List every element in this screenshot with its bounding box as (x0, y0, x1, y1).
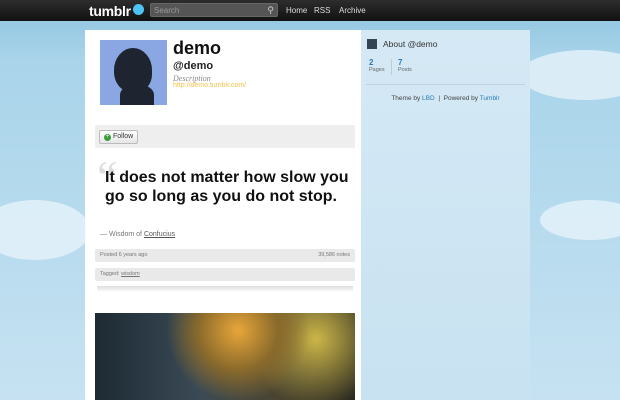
pages-stat[interactable]: 2 Pages (369, 58, 385, 73)
follow-bar: + Follow (95, 125, 355, 148)
search-input[interactable]: Search ⚲ (150, 3, 278, 17)
credit-divider: | (438, 95, 441, 102)
powered-by: Powered by (443, 95, 478, 102)
blog-title[interactable]: demo (173, 38, 221, 59)
main-column: demo @demo Description http://demo.tumbl… (85, 30, 361, 400)
divider (366, 84, 525, 85)
nav-rss[interactable]: RSS (314, 6, 330, 15)
quote-text: It does not matter how slow you go so lo… (105, 169, 349, 205)
theme-author-link[interactable]: LBD (422, 95, 435, 102)
blog-url[interactable]: http://demo.tumblr.com/ (173, 82, 246, 89)
theme-credit: Theme by LBD | Powered by Tumblr (361, 95, 530, 102)
theme-by: Theme by (391, 95, 421, 102)
posts-stat[interactable]: 7 Posts (398, 58, 412, 73)
avatar[interactable] (100, 40, 167, 105)
nav-archive[interactable]: Archive (339, 6, 366, 15)
notes-count[interactable]: 39,586 notes (318, 249, 350, 262)
tagged-label: Tagged: (100, 271, 120, 277)
follow-label: Follow (113, 133, 134, 140)
source-link[interactable]: Confucius (144, 231, 175, 238)
posted-date[interactable]: Posted 6 years ago (100, 252, 147, 258)
post-meta: Posted 6 years ago 39,586 notes (95, 249, 355, 262)
cloud (540, 200, 620, 240)
post-shadow (97, 286, 353, 292)
cloud (520, 50, 620, 100)
about-heading: About @demo (383, 39, 438, 49)
top-bar: tumblr Search ⚲ Home RSS Archive (0, 0, 620, 21)
blog-handle: @demo (173, 60, 214, 72)
posts-count: 7 (398, 58, 403, 67)
plus-icon: + (104, 134, 111, 141)
source-prefix: — Wisdom of (100, 231, 143, 238)
post-tags: Tagged: wisdom (95, 268, 355, 281)
sidebar: About @demo 2 Pages 7 Posts Theme by LBD |… (361, 30, 530, 400)
search-placeholder: Search (154, 6, 180, 15)
tumblr-link[interactable]: Tumblr (480, 95, 500, 102)
tumblr-logo[interactable]: tumblr (89, 3, 131, 19)
pages-count: 2 (369, 58, 374, 67)
quote-source: — Wisdom of Confucius (100, 231, 175, 238)
search-icon[interactable]: ⚲ (267, 5, 274, 16)
mini-avatar (367, 39, 377, 49)
posts-label: Posts (398, 67, 412, 73)
photo-post-image[interactable] (95, 313, 355, 400)
tag-link[interactable]: wisdom (121, 271, 140, 277)
logo-dot-icon (133, 4, 144, 15)
pages-label: Pages (369, 67, 385, 73)
nav-home[interactable]: Home (286, 6, 307, 15)
follow-button[interactable]: + Follow (99, 130, 139, 144)
divider (391, 59, 392, 75)
cloud (0, 200, 90, 260)
